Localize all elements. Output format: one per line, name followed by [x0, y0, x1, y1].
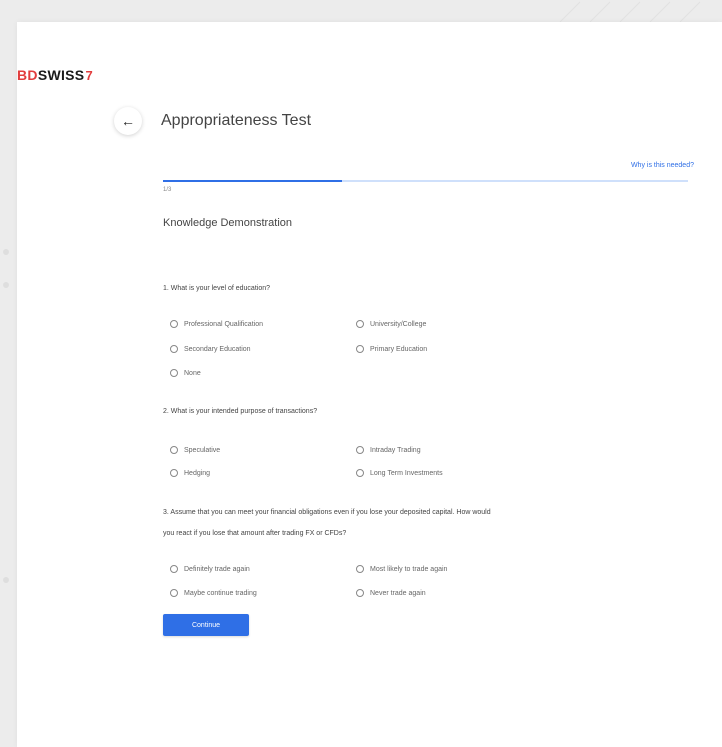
q2-option-hedging[interactable]: Hedging	[170, 469, 210, 477]
q1-option-professional[interactable]: Professional Qualification	[170, 320, 263, 328]
radio-button[interactable]	[356, 446, 364, 454]
radio-button[interactable]	[356, 320, 364, 328]
q1-option-university[interactable]: University/College	[356, 320, 426, 328]
progress-bar	[163, 180, 688, 182]
question-2: 2. What is your intended purpose of tran…	[163, 408, 318, 415]
q1-option-none[interactable]: None	[170, 369, 201, 377]
why-needed-link[interactable]: Why is this needed?	[631, 162, 694, 169]
q2-option-speculative[interactable]: Speculative	[170, 446, 220, 454]
q1-option-secondary[interactable]: Secondary Education	[170, 345, 251, 353]
logo-mark-icon: 7	[85, 68, 93, 83]
radio-button[interactable]	[356, 565, 364, 573]
radio-button[interactable]	[170, 565, 178, 573]
page-title: Appropriateness Test	[161, 112, 312, 129]
radio-button[interactable]	[356, 345, 364, 353]
question-3: 3. Assume that you can meet your financi…	[163, 502, 491, 544]
section-title: Knowledge Demonstration	[163, 217, 293, 229]
radio-button[interactable]	[170, 446, 178, 454]
bdswiss-logo: BDSWISS7	[17, 67, 93, 83]
q1-option-primary[interactable]: Primary Education	[356, 345, 427, 353]
radio-button[interactable]	[170, 345, 178, 353]
question-3-line-2: you react if you lose that amount after …	[163, 530, 347, 537]
radio-button[interactable]	[170, 589, 178, 597]
q2-option-long-term[interactable]: Long Term Investments	[356, 469, 443, 477]
continue-button[interactable]: Continue	[163, 614, 249, 636]
radio-button[interactable]	[170, 369, 178, 377]
radio-button[interactable]	[170, 320, 178, 328]
question-3-line-1: 3. Assume that you can meet your financi…	[163, 509, 491, 516]
radio-button[interactable]	[356, 469, 364, 477]
progress-fill	[163, 180, 342, 182]
q3-option-maybe[interactable]: Maybe continue trading	[170, 589, 257, 597]
radio-button[interactable]	[356, 589, 364, 597]
q2-option-intraday[interactable]: Intraday Trading	[356, 446, 421, 454]
back-button[interactable]: ←	[114, 107, 142, 135]
radio-button[interactable]	[170, 469, 178, 477]
question-1: 1. What is your level of education?	[163, 285, 271, 292]
q3-option-never[interactable]: Never trade again	[356, 589, 426, 597]
q3-option-definitely[interactable]: Definitely trade again	[170, 565, 250, 573]
q3-option-most-likely[interactable]: Most likely to trade again	[356, 565, 447, 573]
arrow-left-icon: ←	[121, 113, 135, 129]
step-indicator: 1/3	[163, 187, 172, 193]
